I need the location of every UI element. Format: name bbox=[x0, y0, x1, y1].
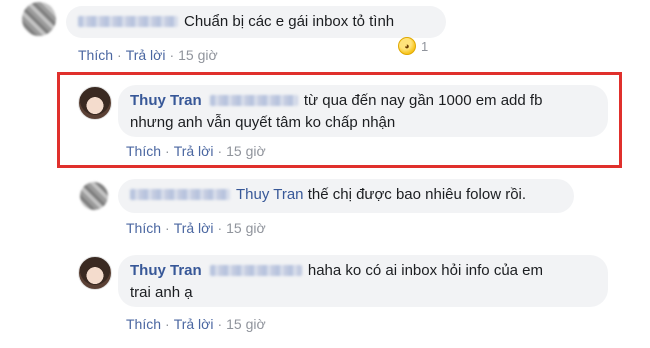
comment-text: haha ko có ai inbox hỏi info của em bbox=[307, 262, 544, 279]
author-name[interactable]: Thuy Tran bbox=[130, 262, 202, 279]
like-button[interactable]: Thích bbox=[126, 220, 161, 236]
separator: · bbox=[217, 143, 223, 159]
avatar[interactable] bbox=[78, 86, 112, 120]
laughing-emoji-icon: ◕ bbox=[398, 37, 416, 55]
avatar[interactable] bbox=[80, 182, 108, 210]
avatar[interactable] bbox=[22, 2, 56, 36]
separator: · bbox=[117, 47, 122, 63]
comment-line-2: trai anh ạ bbox=[130, 284, 193, 301]
timestamp[interactable]: 15 giờ bbox=[226, 220, 266, 236]
author-name-redacted[interactable] bbox=[78, 15, 178, 27]
comment-line-2: nhưng anh vẫn quyết tâm ko chấp nhận bbox=[130, 114, 396, 131]
comment-line-1: Thuy Tran từ qua đến nay gần 1000 em add… bbox=[130, 90, 596, 112]
reply-button[interactable]: Trả lời bbox=[174, 316, 214, 332]
comment-text: từ qua đến nay gần 1000 em add fb bbox=[303, 92, 543, 109]
timestamp[interactable]: 15 giờ bbox=[226, 143, 266, 159]
separator: · bbox=[165, 220, 170, 236]
separator: · bbox=[169, 47, 175, 63]
like-button[interactable]: Thích bbox=[126, 316, 161, 332]
like-button[interactable]: Thích bbox=[126, 143, 161, 159]
separator: · bbox=[165, 143, 170, 159]
reaction-summary[interactable]: ◕ 1 bbox=[398, 37, 428, 55]
reply-button[interactable]: Trả lời bbox=[174, 143, 214, 159]
tagged-name-redacted[interactable] bbox=[209, 264, 302, 276]
reply-button[interactable]: Trả lời bbox=[174, 220, 214, 236]
tagged-name-redacted[interactable] bbox=[209, 94, 298, 106]
comment-line-1: Thuy Tran haha ko có ai inbox hỏi info c… bbox=[130, 260, 596, 282]
timestamp[interactable]: 15 giờ bbox=[178, 47, 218, 63]
separator: · bbox=[217, 220, 223, 236]
comment-actions: Thích · Trả lời · 15 giờ bbox=[126, 220, 266, 236]
comment-text: Chuẩn bị các e gái inbox tỏ tình bbox=[184, 13, 395, 30]
reply-button[interactable]: Trả lời bbox=[126, 47, 166, 63]
like-button[interactable]: Thích bbox=[78, 47, 113, 63]
comment-actions: Thích · Trả lời · 15 giờ bbox=[126, 316, 266, 332]
author-name-redacted[interactable] bbox=[130, 188, 230, 200]
comment-bubble: Thuy Tran từ qua đến nay gần 1000 em add… bbox=[118, 85, 608, 137]
avatar[interactable] bbox=[78, 256, 112, 290]
mention-link[interactable]: Thuy Tran bbox=[236, 186, 304, 203]
comment-bubble: Thuy Tran haha ko có ai inbox hỏi info c… bbox=[118, 255, 608, 307]
comment-bubble: Thuy Tran thế chị được bao nhiêu folow r… bbox=[118, 179, 574, 213]
comment-actions: Thích · Trả lời · 15 giờ bbox=[78, 47, 218, 63]
comment-bubble: Chuẩn bị các e gái inbox tỏ tình bbox=[66, 6, 446, 38]
separator: · bbox=[217, 316, 223, 332]
separator: · bbox=[165, 316, 170, 332]
author-name[interactable]: Thuy Tran bbox=[130, 92, 202, 109]
reaction-count: 1 bbox=[421, 38, 429, 54]
comment-text: thế chị được bao nhiêu folow rồi. bbox=[307, 186, 527, 203]
timestamp[interactable]: 15 giờ bbox=[226, 316, 266, 332]
comment-actions: Thích · Trả lời · 15 giờ bbox=[126, 143, 266, 159]
